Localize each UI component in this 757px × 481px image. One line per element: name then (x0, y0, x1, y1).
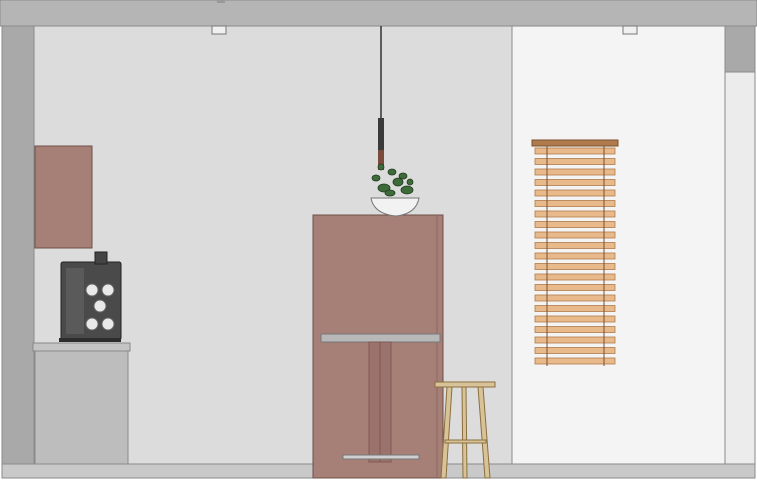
stool-icon (434, 381, 496, 388)
stool-rung (444, 439, 487, 444)
coffee-machine-base (59, 338, 121, 342)
table-icon (320, 333, 441, 343)
table-footrest (342, 454, 420, 460)
blind-headrail (531, 139, 619, 147)
wall-cabinet (34, 145, 93, 249)
elevation-drawing (0, 0, 757, 479)
cabinet-icon (34, 145, 93, 249)
stool-leg-back (461, 386, 468, 479)
counter-icon (34, 350, 129, 465)
spotlight-icon (211, 25, 227, 35)
coffee-machine-top (94, 251, 108, 265)
ceiling-marker (217, 0, 225, 3)
mug-icon (101, 317, 115, 331)
mug-icon (85, 283, 99, 297)
ceiling-spotlight-left (211, 25, 227, 35)
ceiling-band (0, 0, 757, 27)
coffee-machine-panel (66, 268, 84, 334)
spotlight-icon (622, 25, 638, 35)
counter-top (32, 342, 131, 352)
right-column-upper (724, 25, 756, 73)
ceiling-spotlight-right (622, 25, 638, 35)
mug-icon (93, 299, 107, 313)
mug-icon (85, 317, 99, 331)
window-blind (531, 139, 619, 366)
mug-icon (101, 283, 115, 297)
right-column-lower (724, 71, 756, 465)
base-counter (32, 342, 131, 465)
left-column (1, 25, 35, 479)
coffee-machine (59, 251, 122, 342)
